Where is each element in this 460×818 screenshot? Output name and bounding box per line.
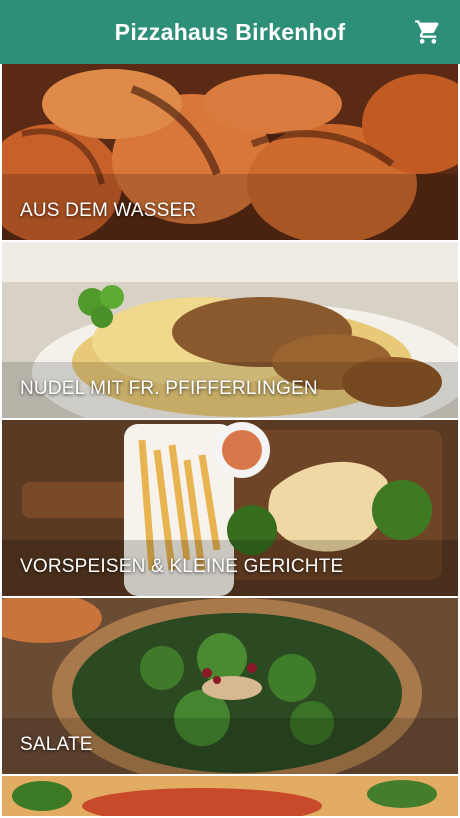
app-header: Pizzahaus Birkenhof bbox=[0, 0, 460, 64]
app-title: Pizzahaus Birkenhof bbox=[114, 19, 346, 45]
pizza-image bbox=[2, 776, 458, 816]
category-label: AUS DEM WASSER bbox=[20, 200, 197, 221]
category-tile-aus-dem-wasser[interactable]: AUS DEM WASSER bbox=[2, 64, 458, 242]
category-label: NUDEL MIT FR. PFIFFERLINGEN bbox=[20, 378, 318, 399]
category-tile-partial[interactable] bbox=[2, 776, 458, 818]
cart-icon bbox=[415, 20, 439, 44]
category-tile-nudel-mit-fr-pfifferlingen[interactable]: NUDEL MIT FR. PFIFFERLINGEN bbox=[2, 242, 458, 420]
category-tile-salate[interactable]: SALATE bbox=[2, 598, 458, 776]
cart-button[interactable] bbox=[414, 18, 442, 46]
category-label: SALATE bbox=[20, 734, 93, 755]
category-tile-vorspeisen-kleine-gerichte[interactable]: VORSPEISEN & KLEINE GERICHTE bbox=[2, 420, 458, 598]
category-list: AUS DEM WASSER NUDEL MIT FR. PFIFFERLING… bbox=[0, 64, 460, 818]
category-label: VORSPEISEN & KLEINE GERICHTE bbox=[20, 556, 344, 577]
